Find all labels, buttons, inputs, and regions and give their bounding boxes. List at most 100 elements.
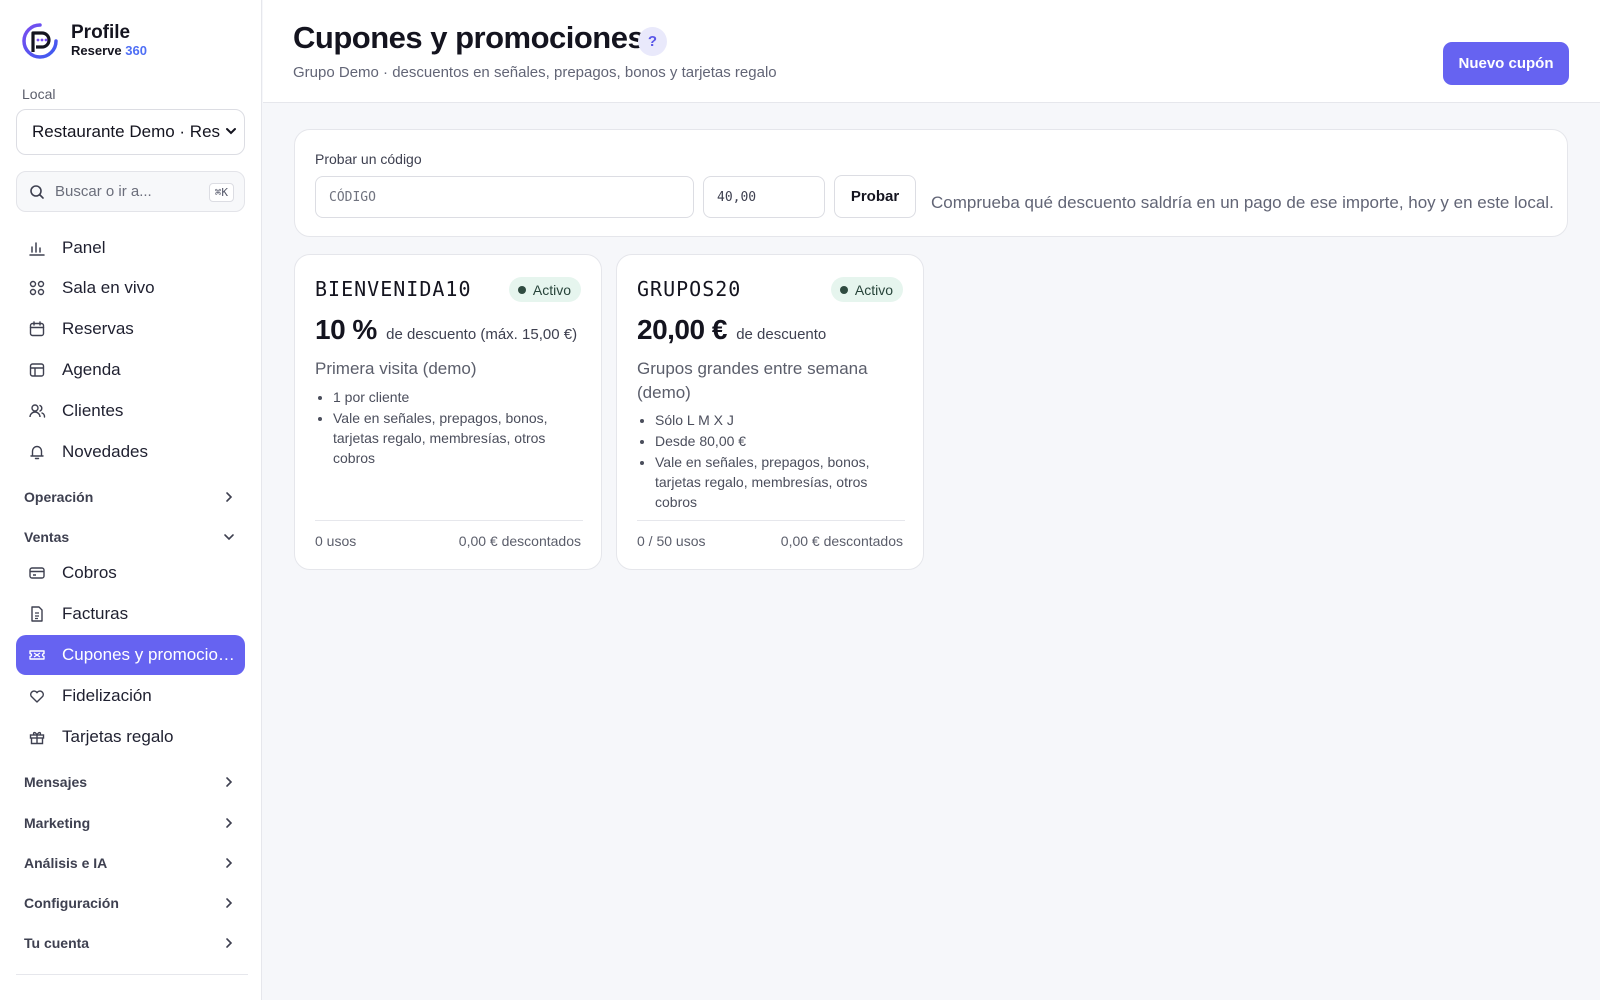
sidebar-item-label: Panel [62, 238, 106, 257]
section-label: Configuración [24, 895, 119, 911]
search-placeholder: Buscar o ir a... [55, 183, 152, 200]
coupon-discounted: 0,00 € descontados [780, 533, 903, 549]
coupon-condition: Desde 80,00 € [655, 431, 905, 451]
search-icon [30, 184, 44, 199]
chevron-right-icon [226, 818, 233, 828]
brand-sub-prefix: Reserve [71, 43, 122, 58]
chevron-right-icon [226, 858, 233, 868]
local-select[interactable]: Restaurante Demo · Res [16, 109, 245, 155]
card-icon [29, 567, 45, 579]
sidebar-item-novedades[interactable]: Novedades [16, 432, 245, 472]
coupon-description: Primera visita (demo) [315, 359, 477, 378]
search-input[interactable]: Buscar o ir a... ⌘K [16, 171, 245, 212]
coupon-value: 20,00 € de descuento [637, 314, 826, 346]
brand[interactable]: Profile Reserve 360 [21, 22, 147, 60]
section-label: Análisis e IA [24, 855, 108, 871]
coupon-uses: 0 usos [315, 533, 357, 549]
chevron-down-icon [224, 534, 234, 541]
coupon-discounted: 0,00 € descontados [458, 533, 581, 549]
section-operacion[interactable]: Operación [24, 485, 236, 509]
coupon-value-amount: 20,00 € [637, 314, 727, 345]
sidebar-item-label: Agenda [62, 360, 121, 379]
amount-input[interactable]: 40,00 [703, 176, 825, 218]
code-input[interactable]: CÓDIGO [315, 176, 694, 218]
sidebar-item-panel[interactable]: Panel [16, 228, 245, 268]
sidebar-item-facturas[interactable]: Facturas [16, 594, 245, 634]
coupon-divider [315, 520, 583, 521]
sidebar-item-cupones[interactable]: Cupones y promociones [16, 635, 245, 675]
sidebar-item-fidelizacion[interactable]: Fidelización [16, 676, 245, 716]
coupon-uses: 0 / 50 usos [637, 533, 706, 549]
sidebar-divider [16, 974, 248, 975]
sidebar-item-label: Cobros [62, 563, 117, 582]
coupon-value: 10 % de descuento (máx. 15,00 €) [315, 314, 577, 346]
chevron-right-icon [226, 777, 233, 787]
local-label: Local [22, 86, 56, 102]
section-label: Ventas [24, 529, 70, 545]
coupon-card[interactable]: GRUPOS20 Activo 20,00 € de descuento Gru… [616, 254, 924, 570]
page-title: Cupones y promociones [293, 20, 645, 55]
sidebar-item-reservas[interactable]: Reservas [16, 309, 245, 349]
sidebar-item-cobros[interactable]: Cobros [16, 553, 245, 593]
section-ventas[interactable]: Ventas [24, 525, 236, 549]
section-cuenta[interactable]: Tu cuenta [24, 931, 236, 955]
chevron-right-icon [226, 898, 233, 908]
coupon-value-amount: 10 % [315, 314, 377, 345]
coupon-condition: 1 por cliente [333, 387, 583, 407]
status-badge: Activo [830, 277, 903, 302]
code-tester-label: Probar un código [315, 151, 422, 167]
chart-icon [29, 242, 45, 256]
sidebar-item-label: Clientes [62, 401, 124, 420]
coupon-code: BIENVENIDA10 [315, 277, 472, 301]
help-button[interactable]: ? [638, 27, 667, 56]
table-icon [29, 363, 45, 377]
coupon-condition: Sólo L M X J [655, 410, 905, 430]
coupon-description: Grupos grandes entre semana (demo) [637, 359, 868, 402]
section-label: Marketing [24, 815, 91, 831]
code-tester-card: Probar un código CÓDIGO 40,00 Probar Com… [294, 129, 1568, 237]
status-label: Activo [854, 281, 893, 298]
coupon-conditions: 1 por cliente Vale en señales, prepagos,… [333, 387, 583, 469]
sidebar-item-agenda[interactable]: Agenda [16, 350, 245, 390]
sidebar-item-label: Cupones y promociones [62, 645, 242, 664]
coupon-condition: Vale en señales, prepagos, bonos, tarjet… [655, 452, 905, 512]
brand-sub: Reserve 360 [71, 43, 147, 59]
status-dot-icon [517, 285, 526, 294]
logo-icon [22, 23, 58, 59]
status-badge: Activo [508, 277, 581, 302]
coupon-card[interactable]: BIENVENIDA10 Activo 10 % de descuento (m… [294, 254, 602, 570]
sidebar: Profile Reserve 360 Local Restaurante De… [0, 0, 262, 1000]
page-header: Cupones y promociones ? Grupo Demo · des… [263, 0, 1600, 103]
coupon-condition: Vale en señales, prepagos, bonos, tarjet… [333, 408, 583, 468]
sidebar-item-label: Novedades [62, 442, 149, 461]
section-mensajes[interactable]: Mensajes [24, 770, 236, 794]
sidebar-item-label: Facturas [62, 604, 129, 623]
coupon-conditions: Sólo L M X J Desde 80,00 € Vale en señal… [655, 410, 905, 513]
users-icon [29, 404, 46, 418]
chevron-right-icon [226, 492, 233, 502]
calendar-icon [29, 321, 45, 337]
new-coupon-button[interactable]: Nuevo cupón [1443, 42, 1569, 85]
try-button[interactable]: Probar [834, 175, 916, 218]
ticket-icon [29, 650, 45, 660]
status-dot-icon [839, 285, 848, 294]
brand-name: Profile [71, 22, 131, 43]
section-configuracion[interactable]: Configuración [24, 891, 236, 915]
section-label: Mensajes [24, 774, 88, 790]
document-icon [31, 606, 43, 622]
grid-icon [29, 280, 45, 296]
sidebar-item-tarjetas[interactable]: Tarjetas regalo [16, 717, 245, 757]
local-select-value: Restaurante Demo · Res [32, 122, 221, 141]
section-marketing[interactable]: Marketing [24, 811, 236, 835]
chevron-down-icon [226, 128, 236, 135]
status-label: Activo [532, 281, 571, 298]
coupon-value-unit: de descuento (máx. 15,00 €) [386, 326, 578, 343]
search-shortcut: ⌘K [208, 183, 234, 202]
section-analisis[interactable]: Análisis e IA [24, 851, 236, 875]
section-label: Operación [24, 489, 94, 505]
page-subtitle: Grupo Demo · descuentos en señales, prep… [293, 64, 777, 81]
sidebar-item-label: Reservas [62, 319, 134, 338]
sidebar-item-sala[interactable]: Sala en vivo [16, 268, 245, 308]
coupon-value-unit: de descuento [736, 326, 827, 343]
sidebar-item-clientes[interactable]: Clientes [16, 391, 245, 431]
